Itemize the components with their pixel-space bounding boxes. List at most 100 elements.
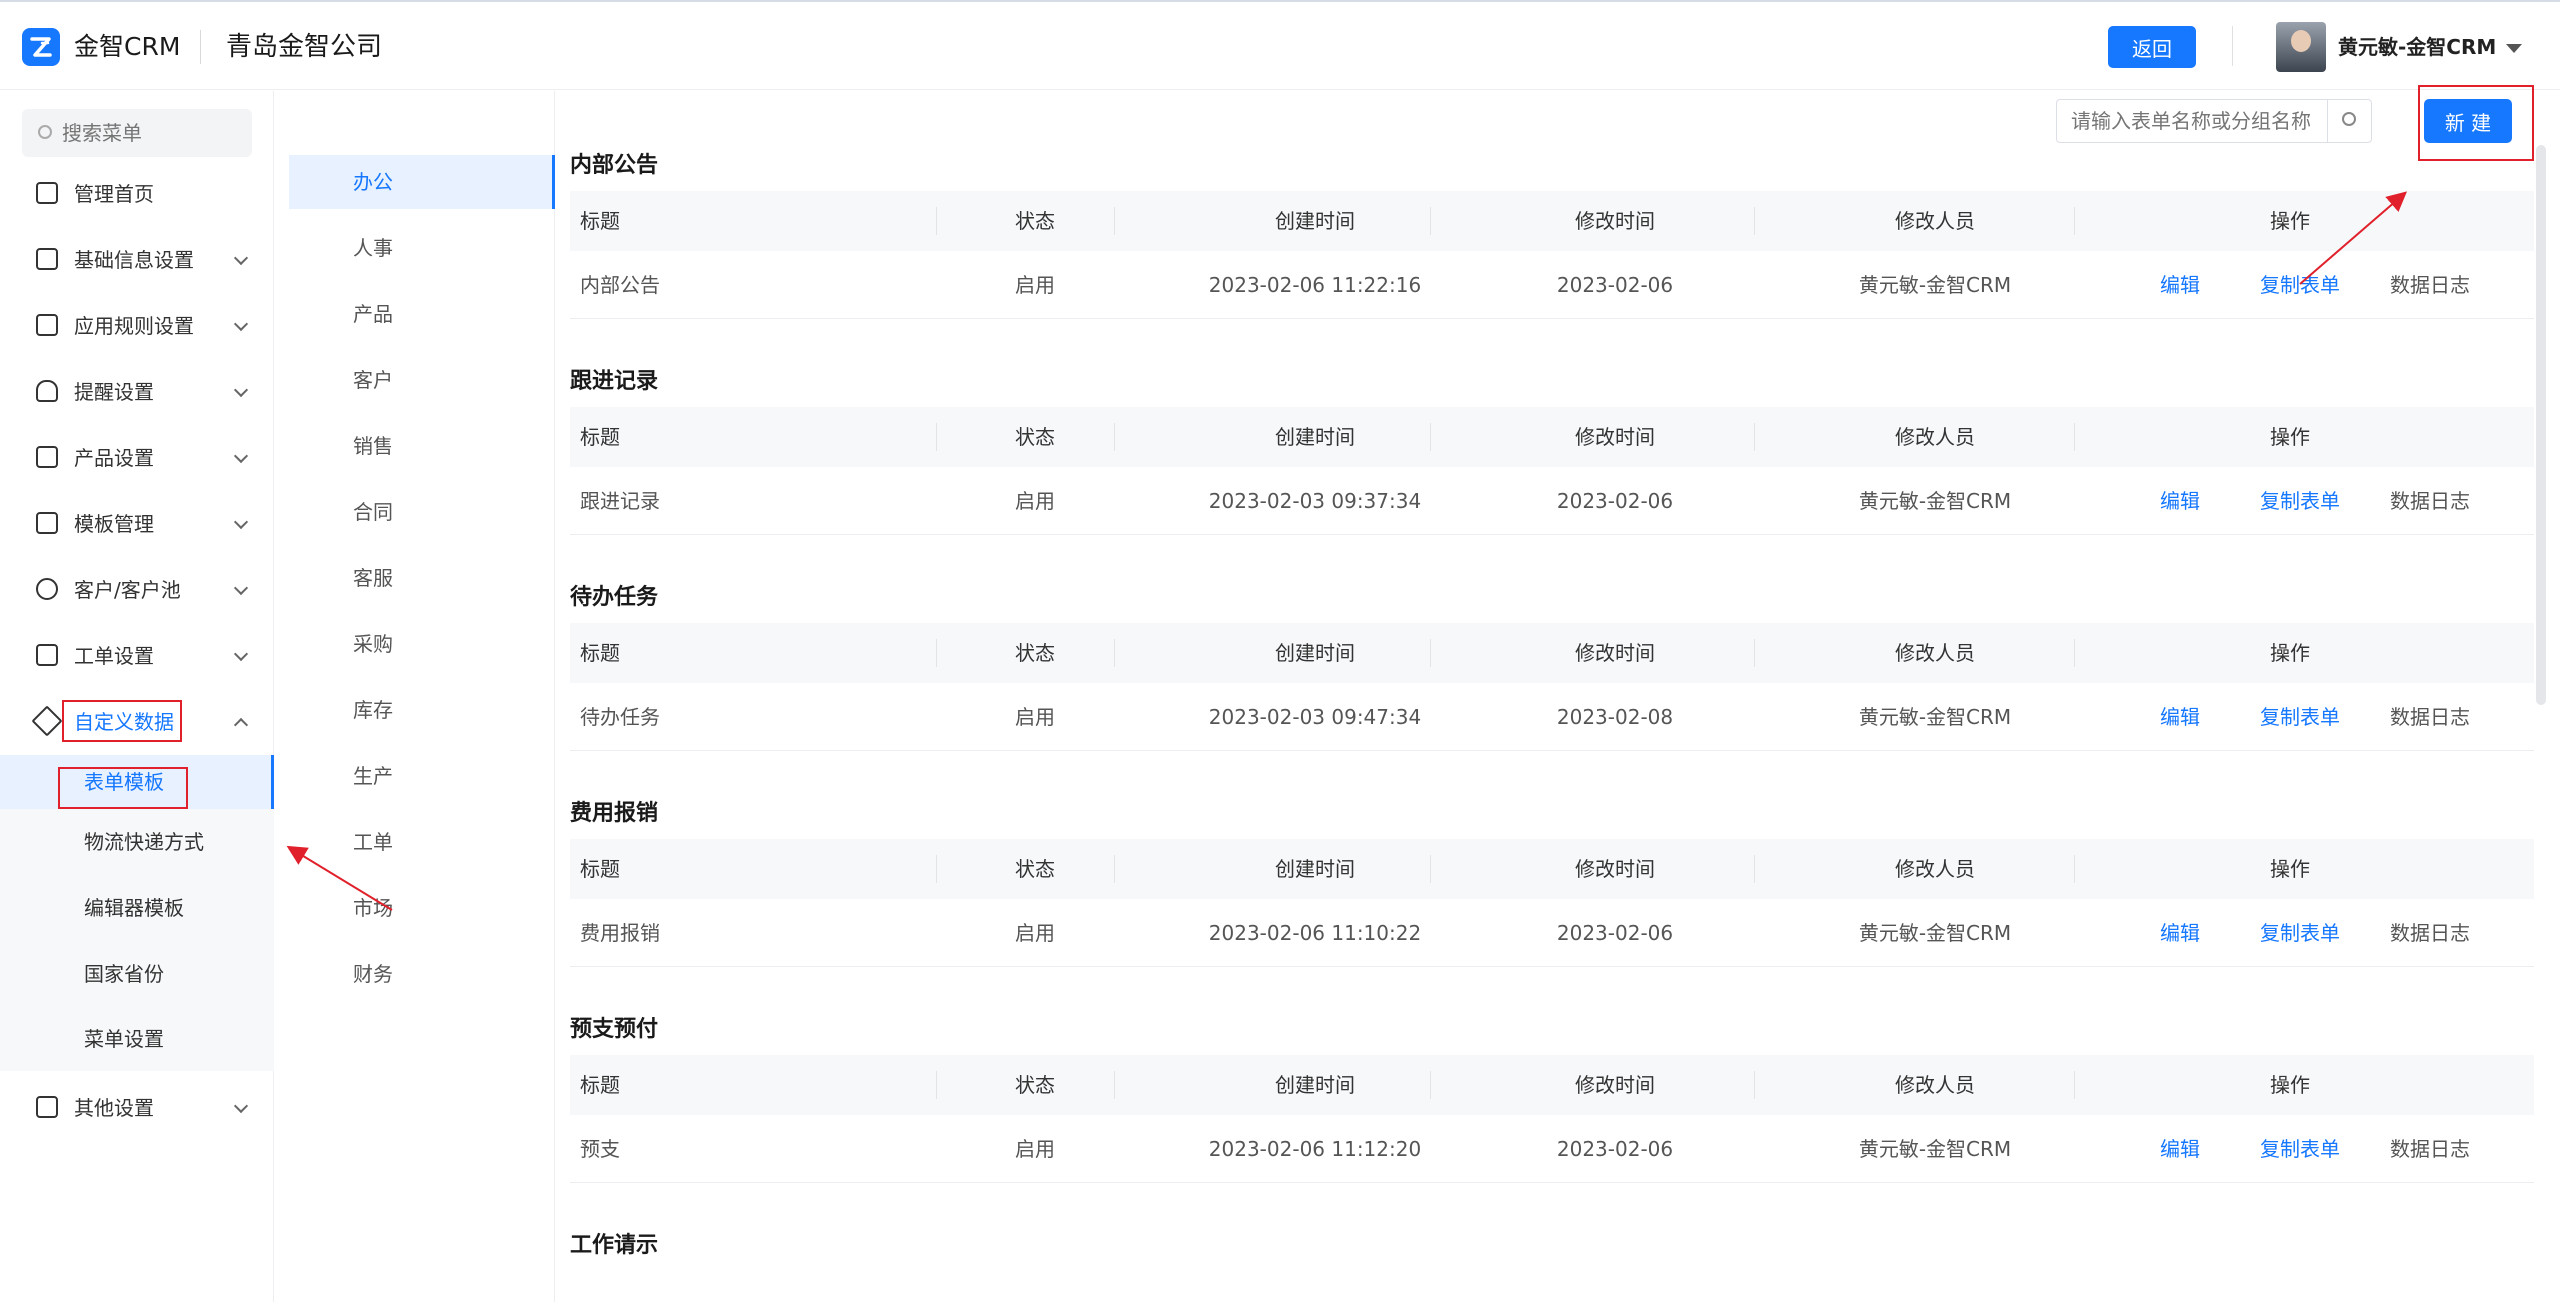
category-item-product[interactable]: 产品 [289, 287, 555, 341]
category-item-purchase[interactable]: 采购 [289, 617, 555, 671]
category-item-customer[interactable]: 客户 [289, 353, 555, 407]
column-separator [936, 207, 937, 235]
column-header: 操作 [2270, 641, 2310, 665]
sidebar-item-app-rules[interactable]: 应用规则设置 [0, 299, 274, 353]
column-separator [1114, 855, 1115, 883]
column-header: 标题 [580, 857, 620, 881]
edit-link[interactable]: 编辑 [2140, 683, 2220, 751]
sidebar-item-products[interactable]: 产品设置 [0, 431, 274, 485]
copy-form-link[interactable]: 复制表单 [2240, 251, 2360, 319]
edit-link[interactable]: 编辑 [2140, 899, 2220, 967]
column-separator [1754, 639, 1755, 667]
category-label: 人事 [353, 236, 393, 260]
sidebar-item-customers[interactable]: 客户/客户池 [0, 563, 274, 617]
data-log-link[interactable]: 数据日志 [2370, 899, 2490, 967]
category-item-office[interactable]: 办公 [289, 155, 555, 209]
edit-link[interactable]: 编辑 [2140, 1115, 2220, 1183]
data-log-link[interactable]: 数据日志 [2370, 467, 2490, 535]
category-item-finance[interactable]: 财务 [289, 947, 555, 1001]
category-item-work-order[interactable]: 工单 [289, 815, 555, 869]
column-header: 修改时间 [1575, 425, 1655, 449]
column-separator [1114, 1071, 1115, 1099]
form-name: 待办任务 [580, 705, 660, 729]
back-button[interactable]: 返回 [2108, 26, 2196, 68]
box-icon [36, 446, 58, 468]
form-name: 跟进记录 [580, 489, 660, 513]
column-separator [2074, 639, 2075, 667]
column-separator [1430, 639, 1431, 667]
form-search-input[interactable] [2071, 100, 2321, 142]
form-search[interactable] [2056, 99, 2372, 143]
column-separator [1114, 423, 1115, 451]
column-separator [1430, 855, 1431, 883]
table-header: 标题 状态 创建时间 修改时间 修改人员 操作 [570, 1055, 2534, 1115]
sidebar-item-reminders[interactable]: 提醒设置 [0, 365, 274, 419]
category-item-contract[interactable]: 合同 [289, 485, 555, 539]
modified-time: 2023-02-06 [1556, 273, 1674, 297]
category-item-production[interactable]: 生产 [289, 749, 555, 803]
header-divider [200, 30, 201, 64]
column-header: 修改人员 [1895, 209, 1975, 233]
sidebar-item-home[interactable]: 管理首页 [0, 167, 274, 221]
column-separator [1114, 207, 1115, 235]
menu-search[interactable] [22, 109, 252, 157]
submenu-item-country-province[interactable]: 国家省份 [0, 941, 274, 1007]
user-menu-caret-icon[interactable] [2506, 44, 2522, 53]
sidebar-item-templates[interactable]: 模板管理 [0, 497, 274, 551]
chevron-down-icon [233, 646, 249, 662]
copy-form-link[interactable]: 复制表单 [2240, 683, 2360, 751]
sidebar-item-label: 管理首页 [74, 182, 154, 206]
column-separator [1754, 855, 1755, 883]
search-icon [38, 125, 52, 139]
user-name[interactable]: 黄元敏-金智CRM [2338, 28, 2496, 66]
copy-form-link[interactable]: 复制表单 [2240, 899, 2360, 967]
main-content: 新 建 内部公告标题状态创建时间修改时间修改人员操作内部公告启用2023-02-… [556, 85, 2560, 1302]
copy-form-link[interactable]: 复制表单 [2240, 467, 2360, 535]
column-header: 标题 [580, 209, 620, 233]
category-item-service[interactable]: 客服 [289, 551, 555, 605]
category-item-sales[interactable]: 销售 [289, 419, 555, 473]
sidebar-item-other-settings[interactable]: 其他设置 [0, 1081, 274, 1135]
sidebar-item-label: 其他设置 [74, 1096, 154, 1120]
sidebar-item-label: 工单设置 [74, 644, 154, 668]
users-icon [36, 578, 58, 600]
highlight-box-new [2418, 85, 2534, 161]
category-label: 合同 [353, 500, 393, 524]
menu-search-input[interactable] [62, 109, 242, 157]
copy-form-link[interactable]: 复制表单 [2240, 1115, 2360, 1183]
table-header: 标题 状态 创建时间 修改时间 修改人员 操作 [570, 839, 2534, 899]
category-item-hr[interactable]: 人事 [289, 221, 555, 275]
category-label: 财务 [353, 962, 393, 986]
category-item-inventory[interactable]: 库存 [289, 683, 555, 737]
sidebar-item-basic-info[interactable]: 基础信息设置 [0, 233, 274, 287]
edit-link[interactable]: 编辑 [2140, 251, 2220, 319]
submenu-label: 编辑器模板 [84, 896, 184, 920]
search-button[interactable] [2327, 100, 2371, 142]
data-log-link[interactable]: 数据日志 [2370, 683, 2490, 751]
sidebar-item-work-orders[interactable]: 工单设置 [0, 629, 274, 683]
data-log-link[interactable]: 数据日志 [2370, 251, 2490, 319]
chevron-down-icon [233, 514, 249, 530]
submenu-item-editor-template[interactable]: 编辑器模板 [0, 875, 274, 941]
edit-link[interactable]: 编辑 [2140, 467, 2220, 535]
column-header: 标题 [580, 425, 620, 449]
submenu-item-menu-settings[interactable]: 菜单设置 [0, 1007, 274, 1071]
chevron-down-icon [233, 316, 249, 332]
column-header: 修改时间 [1575, 209, 1655, 233]
user-avatar[interactable] [2276, 22, 2326, 72]
search-icon [2342, 112, 2356, 126]
data-log-link[interactable]: 数据日志 [2370, 1115, 2490, 1183]
table-row: 预支 启用 2023-02-06 11:12:20 2023-02-06 黄元敏-金智C… [570, 1115, 2534, 1183]
chevron-down-icon [233, 1098, 249, 1114]
column-separator [2074, 1071, 2075, 1099]
modifier: 黄元敏-金智CRM [1858, 273, 2012, 297]
submenu-item-logistics[interactable]: 物流快递方式 [0, 809, 274, 875]
tools-icon [31, 705, 63, 737]
created-time: 2023-02-03 09:47:34 [1208, 705, 1422, 729]
scrollbar[interactable] [2536, 145, 2546, 705]
category-item-market[interactable]: 市场 [289, 881, 555, 935]
sidebar-item-label: 基础信息设置 [74, 248, 194, 272]
created-time: 2023-02-06 11:10:22 [1208, 921, 1422, 945]
column-header: 状态 [1015, 857, 1055, 881]
submenu-label: 国家省份 [84, 962, 164, 986]
